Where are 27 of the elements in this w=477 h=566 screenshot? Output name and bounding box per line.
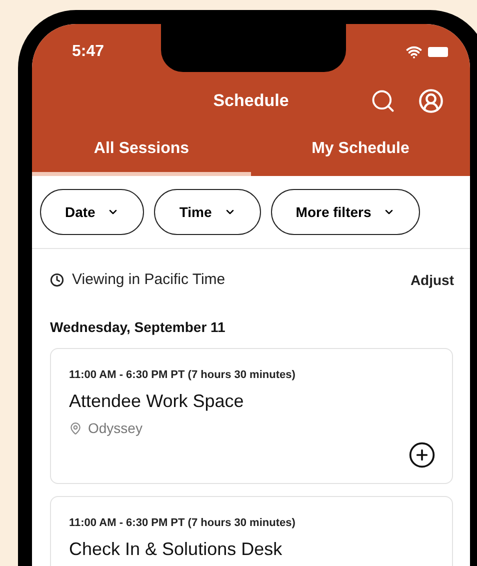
search-icon: [370, 88, 396, 114]
location-pin-icon: [69, 422, 82, 435]
day-heading: Wednesday, September 11: [49, 318, 226, 337]
adjust-link[interactable]: Adjust: [410, 270, 454, 291]
plus-circle-icon: [408, 440, 436, 468]
session-title: Attendee Work Space: [69, 390, 244, 413]
timezone-text: Viewing in Pacific Time: [72, 270, 226, 290]
session-location: Odyssey: [88, 419, 142, 438]
session-card[interactable]: 11:00 AM - 6:30 PM PT (7 hours 30 minutes) Check In & Solutions Desk: [50, 496, 453, 566]
tab[interactable]: All Sessions: [32, 126, 251, 176]
profile-button[interactable]: [418, 88, 444, 114]
session-title: Check In & Solutions Desk: [69, 538, 282, 561]
header-title: Schedule: [213, 90, 289, 112]
filter-dropdown[interactable]: Time: [154, 189, 261, 235]
user-icon: [418, 88, 444, 114]
filter-dropdown[interactable]: More filters: [270, 189, 420, 235]
clock-icon: [50, 273, 64, 288]
session-card[interactable]: 11:00 AM - 6:30 PM PT (7 hours 30 minutes) Attendee Work Space Odyssey: [50, 348, 453, 484]
search-button[interactable]: [370, 88, 396, 114]
filter-dropdown[interactable]: Date: [40, 189, 144, 235]
wifi-icon: [406, 44, 422, 60]
session-time: 11:00 AM - 6:30 PM PT (7 hours 30 minutes): [69, 516, 296, 530]
status-time: 5:47: [72, 42, 104, 62]
tab[interactable]: My Schedule: [251, 126, 470, 176]
battery-icon: [428, 47, 448, 57]
add-session-button[interactable]: [408, 440, 436, 468]
session-time: 11:00 AM - 6:30 PM PT (7 hours 30 minutes): [69, 368, 296, 382]
